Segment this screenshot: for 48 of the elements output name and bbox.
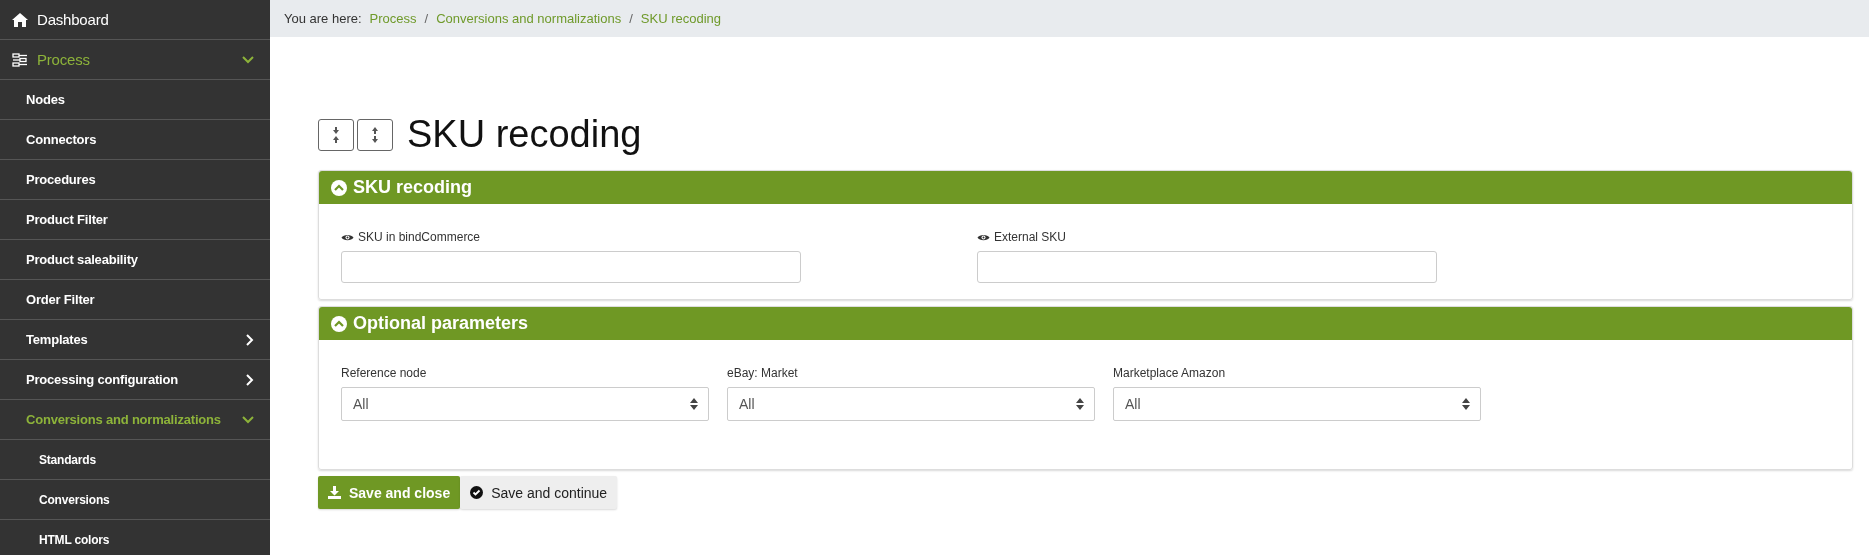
- sidebar-item[interactable]: Templates: [0, 320, 270, 360]
- sidebar-item[interactable]: Processing configuration: [0, 360, 270, 400]
- check-circle-icon: [470, 486, 484, 499]
- text-field[interactable]: [341, 251, 801, 283]
- expand-all-button[interactable]: [357, 118, 393, 151]
- arrows-inward-icon: [331, 125, 341, 144]
- sidebar-item[interactable]: Nodes: [0, 80, 270, 120]
- chevron-up-circle-icon: [331, 179, 347, 196]
- sliders-icon: [12, 52, 28, 67]
- chevron-down-icon: [242, 55, 254, 64]
- sidebar-item[interactable]: Process: [0, 40, 270, 80]
- sidebar-item[interactable]: Product saleability: [0, 240, 270, 280]
- sort-arrows-icon: [1462, 398, 1470, 410]
- field-label: External SKU: [994, 230, 1067, 244]
- page-title: SKU recoding: [407, 113, 642, 156]
- arrows-outward-icon: [370, 125, 380, 144]
- sidebar-item[interactable]: Procedures: [0, 160, 270, 200]
- select-field[interactable]: All: [341, 387, 709, 421]
- breadcrumb-separator: /: [424, 11, 429, 26]
- sidebar-item[interactable]: Product Filter: [0, 200, 270, 240]
- eye-icon: [341, 232, 354, 242]
- save-continue-button[interactable]: Save and continue: [460, 476, 618, 509]
- sidebar-item[interactable]: Standards: [0, 440, 270, 480]
- breadcrumb-prefix: You are here:: [284, 11, 362, 26]
- sort-arrows-icon: [690, 398, 698, 410]
- select-field[interactable]: All: [727, 387, 1095, 421]
- select-field[interactable]: All: [1113, 387, 1481, 421]
- field-label: Reference node: [341, 366, 427, 380]
- download-icon: [328, 486, 341, 499]
- eye-icon: [977, 232, 990, 242]
- chevron-right-icon: [246, 333, 254, 346]
- chevron-up-circle-icon: [331, 315, 347, 332]
- sidebar-item[interactable]: HTML colors: [0, 520, 270, 555]
- chevron-right-icon: [246, 373, 254, 386]
- text-field[interactable]: [977, 251, 1437, 283]
- sort-arrows-icon: [1076, 398, 1084, 410]
- sidebar-item[interactable]: Dashboard: [0, 0, 270, 40]
- field-label: eBay: Market: [727, 366, 798, 380]
- sidebar-item[interactable]: Connectors: [0, 120, 270, 160]
- sidebar-item[interactable]: Order Filter: [0, 280, 270, 320]
- field-label: SKU in bindCommerce: [358, 230, 481, 244]
- chevron-down-icon: [242, 415, 254, 424]
- collapse-all-button[interactable]: [318, 118, 354, 151]
- breadcrumb-separator: /: [629, 11, 633, 26]
- field-label: Marketplace Amazon: [1113, 366, 1226, 380]
- sidebar-item[interactable]: Conversions: [0, 480, 270, 520]
- home-icon: [12, 12, 28, 27]
- sidebar-item[interactable]: Conversions and normalizations: [0, 400, 270, 440]
